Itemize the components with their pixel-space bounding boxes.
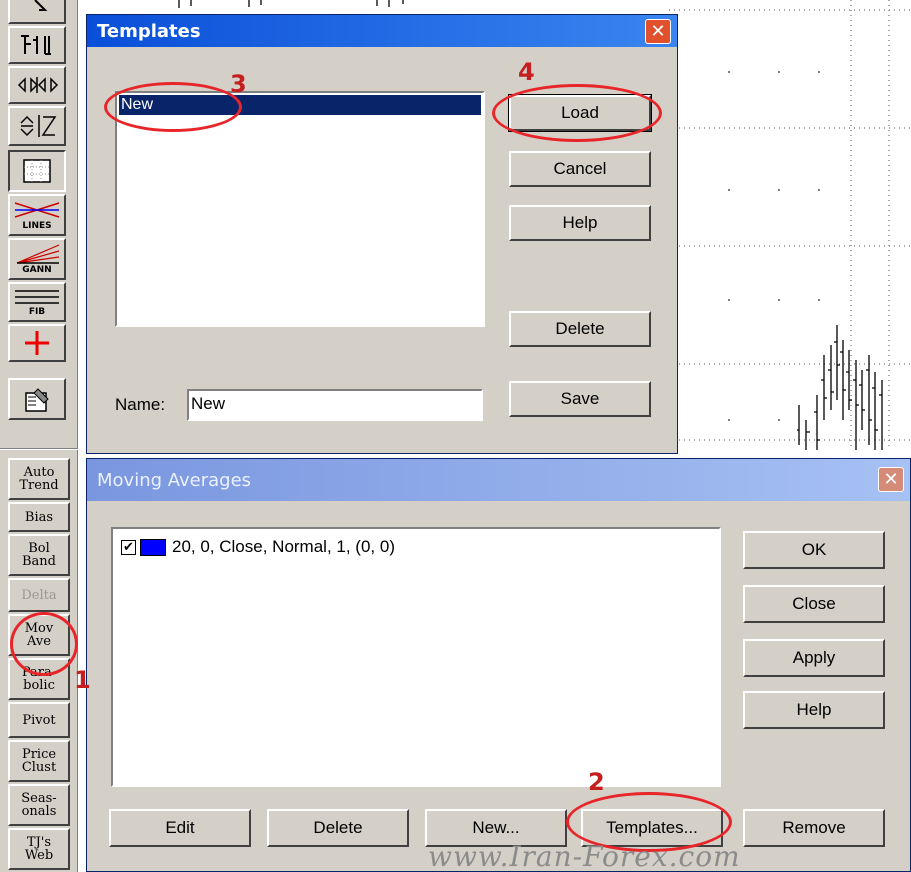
- moving-averages-dialog: Moving Averages ✕ ✔ 20, 0, Close, Normal…: [86, 458, 911, 872]
- lines-icon[interactable]: LINES: [8, 194, 66, 236]
- name-label: Name:: [115, 395, 166, 414]
- cancel-button[interactable]: Cancel: [509, 151, 651, 187]
- templates-dialog: Templates ✕ New Load Cancel Help Delete …: [86, 14, 678, 454]
- apply-button[interactable]: Apply: [743, 639, 885, 677]
- step2-number: 2: [588, 768, 605, 796]
- horizontal-scale-icon[interactable]: [8, 66, 66, 104]
- ma-delete-button[interactable]: Delete: [267, 809, 409, 847]
- price-bars: [797, 325, 883, 450]
- delta-button[interactable]: Delta: [8, 578, 70, 612]
- ma-help-button[interactable]: Help: [743, 691, 885, 729]
- ma-checkbox[interactable]: ✔: [121, 539, 136, 555]
- auto-trend-button[interactable]: Auto Trend: [8, 458, 70, 500]
- fib-icon[interactable]: FIB: [8, 282, 66, 322]
- price-clust-button[interactable]: Price Clust: [8, 740, 70, 782]
- bar-spacing-icon[interactable]: [8, 26, 66, 64]
- step3-highlight: [104, 82, 242, 132]
- toolbar-separator: [0, 448, 78, 450]
- fib-label: FIB: [28, 307, 46, 317]
- close-button[interactable]: Close: [743, 585, 885, 623]
- step3-number: 3: [230, 70, 247, 98]
- step1-number: 1: [74, 666, 91, 694]
- gann-label: GANN: [22, 265, 52, 275]
- moving-averages-title: Moving Averages: [97, 469, 252, 491]
- templates-titlebar[interactable]: Templates ✕: [87, 15, 677, 47]
- ma-list[interactable]: ✔ 20, 0, Close, Normal, 1, (0, 0): [111, 527, 721, 787]
- indicator-toolbar: LINES GANN FIB Auto Trend Bias Bol Band …: [0, 0, 78, 872]
- name-field[interactable]: New: [187, 389, 483, 421]
- templates-close-icon[interactable]: ✕: [645, 19, 671, 44]
- help-button[interactable]: Help: [509, 205, 651, 241]
- remove-button[interactable]: Remove: [743, 809, 885, 847]
- ma-item-label: 20, 0, Close, Normal, 1, (0, 0): [172, 537, 395, 556]
- lines-label: LINES: [22, 221, 52, 231]
- vertical-scale-icon[interactable]: [8, 106, 66, 146]
- step1-highlight: [10, 612, 78, 676]
- grid-icon[interactable]: [8, 150, 66, 192]
- moving-averages-titlebar[interactable]: Moving Averages ✕: [87, 459, 910, 501]
- cursor-tool-icon[interactable]: [8, 0, 66, 24]
- tjs-web-button[interactable]: TJ's Web: [8, 828, 70, 870]
- gann-icon[interactable]: GANN: [8, 238, 66, 280]
- bol-band-button[interactable]: Bol Band: [8, 534, 70, 576]
- screen: LINES GANN FIB Auto Trend Bias Bol Band …: [0, 0, 911, 872]
- edit-button[interactable]: Edit: [109, 809, 251, 847]
- pivot-button[interactable]: Pivot: [8, 702, 70, 738]
- website-watermark: www.Iran-Forex.com: [428, 840, 741, 872]
- properties-icon[interactable]: [8, 378, 66, 420]
- moving-averages-close-icon[interactable]: ✕: [878, 467, 904, 492]
- ok-button[interactable]: OK: [743, 531, 885, 569]
- bias-button[interactable]: Bias: [8, 502, 70, 532]
- seasonals-button[interactable]: Seas- onals: [8, 784, 70, 826]
- templates-title: Templates: [97, 20, 201, 42]
- step4-highlight: [492, 84, 662, 142]
- save-button[interactable]: Save: [509, 381, 651, 417]
- ma-color-swatch: [140, 538, 166, 556]
- crosshair-icon[interactable]: [8, 324, 66, 362]
- delete-button[interactable]: Delete: [509, 311, 651, 347]
- step4-number: 4: [518, 58, 535, 86]
- ma-list-item[interactable]: ✔ 20, 0, Close, Normal, 1, (0, 0): [121, 537, 395, 557]
